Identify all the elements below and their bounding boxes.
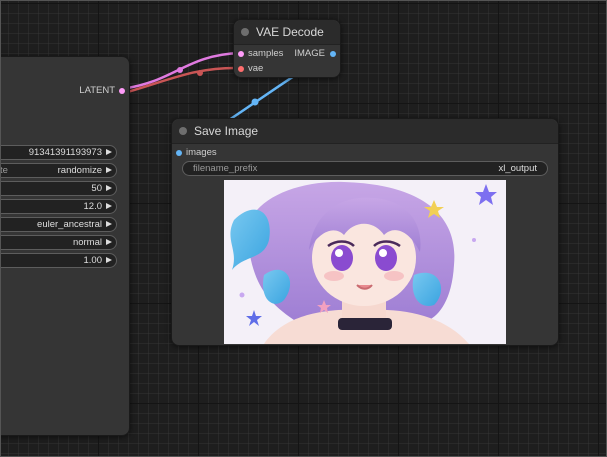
seed-value: 91341391193973 — [28, 147, 102, 158]
denoise-value: 1.00 — [83, 255, 103, 266]
images-input-dot[interactable] — [176, 150, 182, 156]
link-midpoint-latent[interactable] — [177, 67, 183, 73]
steps-widget[interactable]: 50 — [0, 181, 117, 196]
seed-widget[interactable]: 91341391193973 — [0, 145, 117, 160]
cfg-widget[interactable]: 12.0 — [0, 199, 117, 214]
anime-girl-illustration — [224, 180, 506, 344]
scheduler-widget[interactable]: normal — [0, 235, 117, 250]
link-midpoint-image[interactable] — [251, 98, 259, 106]
arrow-right-icon[interactable] — [106, 221, 112, 227]
samples-input-dot[interactable] — [238, 51, 244, 57]
node-status-dot-icon[interactable] — [241, 28, 249, 36]
save-image-title-bar[interactable]: Save Image — [172, 119, 558, 144]
filename-prefix-label: filename_prefix — [193, 163, 258, 174]
latent-output-label: LATENT — [79, 85, 115, 96]
image-output-dot[interactable] — [330, 51, 336, 57]
image-output-label: IMAGE — [294, 48, 325, 59]
vae-input-label: vae — [248, 63, 264, 74]
cfg-value: 12.0 — [83, 201, 103, 212]
link-midpoint-vae[interactable] — [197, 70, 203, 76]
arrow-right-icon[interactable] — [106, 185, 112, 191]
vae-decode-node[interactable]: VAE Decode samples vae IMAGE — [233, 19, 341, 78]
sampler-value: euler_ancestral — [37, 219, 102, 230]
latent-output-dot[interactable] — [119, 88, 125, 94]
steps-value: 50 — [91, 183, 102, 194]
filename-prefix-value: xl_output — [498, 163, 537, 174]
arrow-right-icon[interactable] — [106, 167, 112, 173]
arrow-right-icon[interactable] — [106, 257, 112, 263]
node-status-dot-icon[interactable] — [179, 127, 187, 135]
images-input-label: images — [186, 147, 217, 158]
control-label: te — [0, 165, 8, 176]
save-image-node[interactable]: Save Image images filename_prefix xl_out… — [171, 118, 559, 346]
arrow-right-icon[interactable] — [106, 239, 112, 245]
save-image-title: Save Image — [194, 124, 259, 138]
scheduler-value: normal — [72, 237, 102, 248]
vae-input-dot[interactable] — [238, 66, 244, 72]
samples-input-label: samples — [248, 48, 284, 59]
arrow-right-icon[interactable] — [106, 149, 112, 155]
control-after-generate-widget[interactable]: te randomize — [0, 163, 117, 178]
vae-decode-title-bar[interactable]: VAE Decode — [234, 20, 340, 45]
ksampler-node[interactable]: LATENT 91341391193973 te randomize 50 12… — [0, 56, 130, 436]
sampler-name-widget[interactable]: euler_ancestral — [0, 217, 117, 232]
control-value: randomize — [57, 165, 102, 176]
filename-prefix-input[interactable]: filename_prefix xl_output — [182, 161, 548, 176]
vae-decode-title: VAE Decode — [256, 25, 324, 39]
arrow-right-icon[interactable] — [106, 203, 112, 209]
image-preview[interactable] — [224, 180, 506, 344]
denoise-widget[interactable]: 1.00 — [0, 253, 117, 268]
